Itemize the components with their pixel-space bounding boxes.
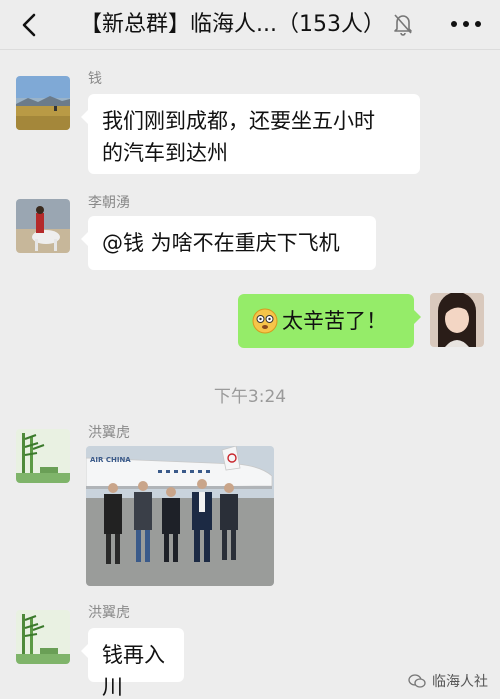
message-bubble[interactable]: 钱再入川 <box>81 628 184 699</box>
message-text: 太辛苦了！ <box>282 309 387 333</box>
sender-name: 洪翼虎 <box>88 605 130 621</box>
photo-message[interactable]: AIR CHINA <box>86 446 274 586</box>
message-text-line: 的汽车到达州 <box>102 141 228 165</box>
message-bubble[interactable]: @钱 为啥不在重庆下飞机 <box>81 216 376 270</box>
dizzy-face-emoji <box>252 308 278 334</box>
avatar-self[interactable] <box>430 293 484 347</box>
message-text: 钱再入川 <box>102 643 165 699</box>
avatar-li-chaoyong[interactable] <box>16 199 70 253</box>
avatar-hong-yihu[interactable] <box>16 610 70 664</box>
chat-title[interactable]: 【新总群】临海人...（153人） <box>80 10 390 40</box>
sender-name: 洪翼虎 <box>88 425 130 441</box>
avatar-qian[interactable] <box>16 76 70 130</box>
message-text-line: 我们刚到成都，还要坐五小时 <box>102 109 375 133</box>
back-button[interactable] <box>16 10 44 40</box>
sender-name: 钱 <box>88 71 102 87</box>
chevron-left-icon <box>22 13 36 37</box>
photo-caption: AIR CHINA <box>90 456 131 464</box>
message-bubble[interactable]: 我们刚到成都，还要坐五小时 的汽车到达州 <box>81 94 420 174</box>
watermark-text: 临海人社 <box>432 674 488 690</box>
time-separator: 下午3:24 <box>213 387 287 407</box>
avatar-hong-yihu[interactable] <box>16 429 70 483</box>
message-text: @钱 为啥不在重庆下飞机 <box>102 231 340 255</box>
more-options-button[interactable] <box>448 14 484 34</box>
message-bubble-self[interactable]: 太辛苦了！ <box>238 294 421 348</box>
watermark: 临海人社 <box>408 671 488 691</box>
wechat-channel-icon <box>408 674 426 688</box>
bell-muted-icon <box>392 12 414 36</box>
sender-name: 李朝湧 <box>88 195 130 211</box>
chat-header: 【新总群】临海人...（153人） <box>0 0 500 50</box>
ellipsis-icon <box>451 21 481 27</box>
